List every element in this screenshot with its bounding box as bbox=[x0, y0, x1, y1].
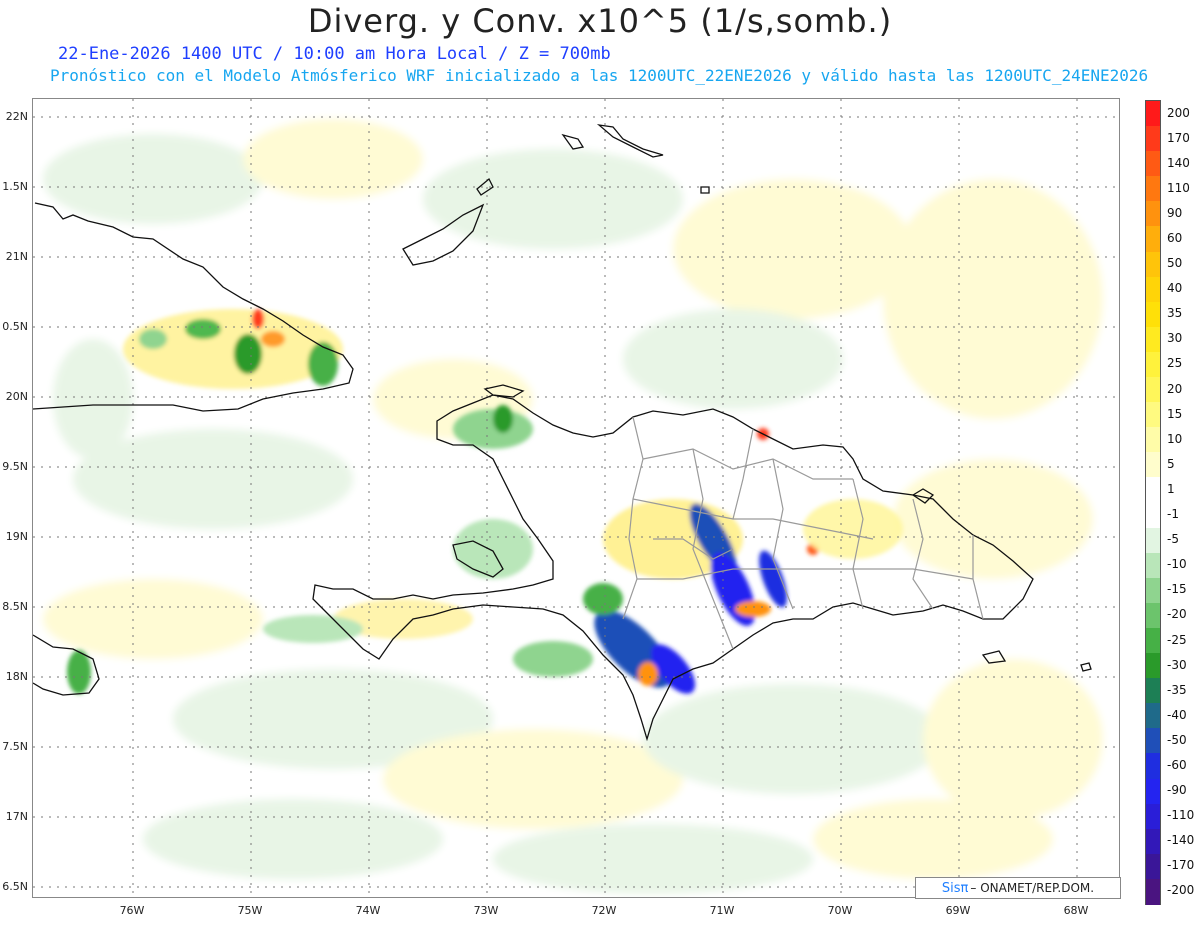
lon-label: 72W bbox=[591, 904, 617, 917]
legend-label: -40 bbox=[1167, 707, 1187, 722]
legend-swatch bbox=[1146, 828, 1160, 855]
lat-label: 1.5N bbox=[2, 180, 28, 193]
lon-label: 73W bbox=[473, 904, 499, 917]
lon-label: 74W bbox=[355, 904, 381, 917]
lon-label: 71W bbox=[709, 904, 735, 917]
legend-label: 90 bbox=[1167, 205, 1183, 220]
legend-label: 5 bbox=[1167, 456, 1175, 471]
legend-swatch bbox=[1146, 176, 1160, 202]
legend-swatch bbox=[1146, 101, 1160, 127]
legend-swatch bbox=[1146, 703, 1160, 729]
legend-swatch bbox=[1146, 402, 1160, 428]
lat-label: 19N bbox=[5, 530, 28, 543]
legend-label: -20 bbox=[1167, 607, 1187, 622]
legend-label: 30 bbox=[1167, 331, 1183, 346]
legend-swatch bbox=[1146, 326, 1160, 353]
legend-label: 110 bbox=[1167, 180, 1190, 195]
lat-label: 8.5N bbox=[2, 600, 28, 613]
legend-label: 1 bbox=[1167, 481, 1175, 496]
legend-swatch bbox=[1146, 452, 1160, 478]
legend-label: 60 bbox=[1167, 231, 1183, 246]
lat-label: 7.5N bbox=[2, 740, 28, 753]
color-legend-bar bbox=[1145, 100, 1161, 905]
legend-swatch bbox=[1146, 527, 1160, 554]
legend-label: -25 bbox=[1167, 632, 1187, 647]
legend-label: -140 bbox=[1167, 833, 1195, 848]
forecast-time-subtitle: 22-Ene-2026 1400 UTC / 10:00 am Hora Loc… bbox=[58, 44, 611, 64]
legend-label: 25 bbox=[1167, 356, 1183, 371]
legend-label: 15 bbox=[1167, 406, 1183, 421]
legend-swatch bbox=[1146, 728, 1160, 754]
legend-swatch bbox=[1146, 778, 1160, 805]
legend-swatch bbox=[1146, 577, 1160, 604]
legend-label: -35 bbox=[1167, 682, 1187, 697]
legend-label: 40 bbox=[1167, 281, 1183, 296]
legend-swatch bbox=[1146, 502, 1160, 529]
legend-label: -1 bbox=[1167, 507, 1179, 522]
lat-label: 21N bbox=[5, 250, 28, 263]
legend-swatch bbox=[1146, 126, 1160, 152]
legend-label: -90 bbox=[1167, 783, 1187, 798]
legend-swatch bbox=[1146, 627, 1160, 654]
legend-swatch bbox=[1146, 301, 1160, 328]
lat-label: 18N bbox=[5, 670, 28, 683]
legend-swatch bbox=[1146, 201, 1160, 227]
credit-text: – ONAMET/REP.DOM. bbox=[970, 881, 1095, 895]
map-canvas bbox=[33, 99, 1119, 897]
legend-label: -30 bbox=[1167, 657, 1187, 672]
legend-label: -10 bbox=[1167, 557, 1187, 572]
legend-label: 170 bbox=[1167, 130, 1190, 145]
legend-label: -110 bbox=[1167, 808, 1195, 823]
legend-label: 140 bbox=[1167, 155, 1190, 170]
lat-label: 20N bbox=[5, 390, 28, 403]
legend-swatch bbox=[1146, 477, 1160, 503]
lon-label: 76W bbox=[119, 904, 145, 917]
legend-label: 35 bbox=[1167, 306, 1183, 321]
legend-swatch bbox=[1146, 753, 1160, 780]
legend-label: -15 bbox=[1167, 582, 1187, 597]
model-info-subtitle: Pronóstico con el Modelo Atmósferico WRF… bbox=[50, 66, 1149, 85]
legend-swatch bbox=[1146, 853, 1160, 880]
lon-label: 69W bbox=[945, 904, 971, 917]
legend-swatch bbox=[1146, 552, 1160, 579]
legend-swatch bbox=[1146, 878, 1160, 905]
legend-label: 20 bbox=[1167, 381, 1183, 396]
legend-swatch bbox=[1146, 377, 1160, 403]
map-panel bbox=[32, 98, 1120, 898]
lat-label: 22N bbox=[5, 110, 28, 123]
legend-label: -200 bbox=[1167, 883, 1195, 898]
map-title: Diverg. y Conv. x10^5 (1/s,somb.) bbox=[307, 2, 893, 40]
legend-swatch bbox=[1146, 351, 1160, 378]
divergence-field bbox=[33, 99, 1119, 897]
legend-label: 50 bbox=[1167, 256, 1183, 271]
lat-label: 6.5N bbox=[2, 880, 28, 893]
lon-label: 75W bbox=[237, 904, 263, 917]
credit-box: Sisπ – ONAMET/REP.DOM. bbox=[915, 877, 1121, 899]
legend-label: -5 bbox=[1167, 532, 1179, 547]
legend-label: 200 bbox=[1167, 105, 1190, 120]
lat-label: 9.5N bbox=[2, 460, 28, 473]
legend-swatch bbox=[1146, 653, 1160, 679]
legend-swatch bbox=[1146, 276, 1160, 303]
legend-label: -60 bbox=[1167, 757, 1187, 772]
legend-label: 10 bbox=[1167, 431, 1183, 446]
legend-swatch bbox=[1146, 151, 1160, 177]
legend-swatch bbox=[1146, 602, 1160, 629]
sis-logo: Sisπ bbox=[941, 880, 969, 896]
lat-label: 0.5N bbox=[2, 320, 28, 333]
legend-label: -50 bbox=[1167, 732, 1187, 747]
legend-swatch bbox=[1146, 427, 1160, 453]
lon-label: 68W bbox=[1063, 904, 1089, 917]
legend-swatch bbox=[1146, 803, 1160, 830]
legend-swatch bbox=[1146, 678, 1160, 704]
legend-swatch bbox=[1146, 226, 1160, 253]
legend-label: -170 bbox=[1167, 858, 1195, 873]
legend-swatch bbox=[1146, 251, 1160, 278]
lon-label: 70W bbox=[827, 904, 853, 917]
lat-label: 17N bbox=[5, 810, 28, 823]
